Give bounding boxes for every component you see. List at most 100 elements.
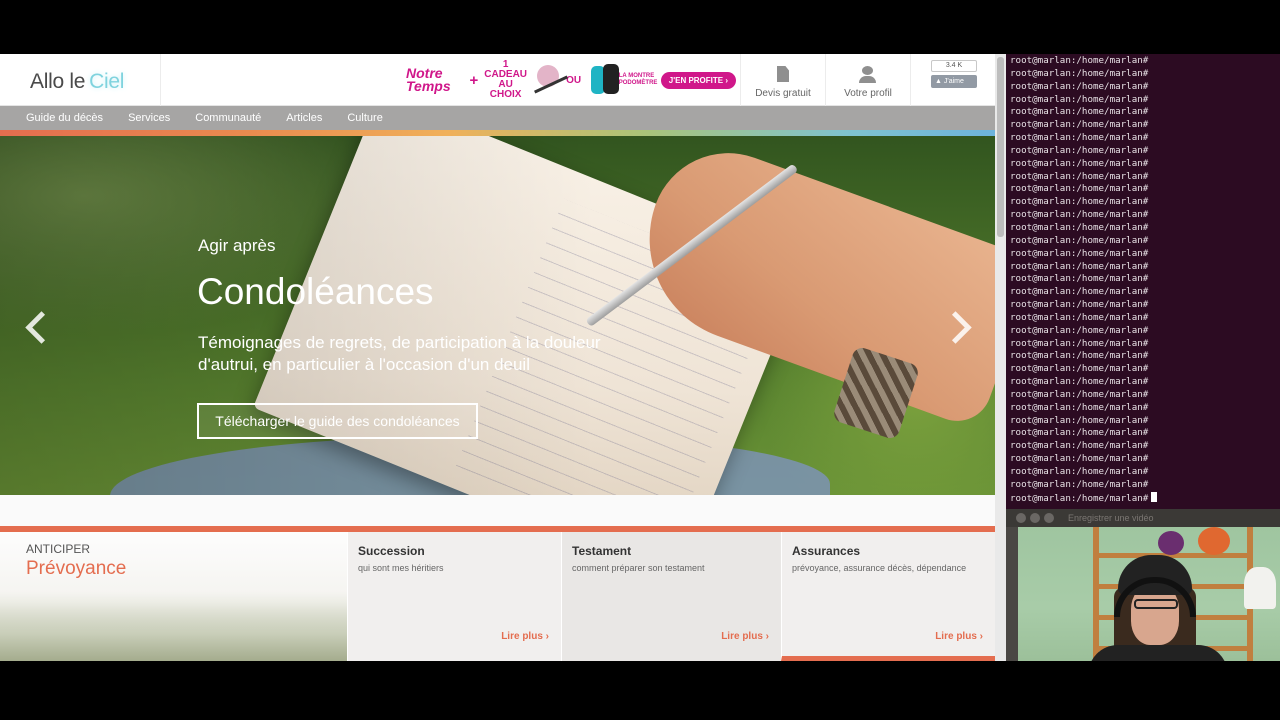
ad-gift-image	[533, 61, 560, 99]
terminal-prompt-line: root@marlan:/home/marlan#	[1010, 491, 1280, 505]
document-icon	[741, 66, 825, 83]
facebook-like-widget[interactable]: 3.4 K ▲ J'aime	[931, 60, 977, 88]
thumbs-up-icon: ▲	[935, 78, 944, 85]
terminal-prompt-line: root@marlan:/home/marlan#	[1010, 350, 1149, 362]
terminal-prompt-line: root@marlan:/home/marlan#	[1010, 80, 1149, 92]
ad-cta-button[interactable]: J'EN PROFITE ›	[660, 71, 736, 89]
ad-plus: +	[469, 71, 479, 89]
terminal-prompt-line: root@marlan:/home/marlan#	[1010, 427, 1149, 439]
advertisement-banner[interactable]: Notre Temps + 1 CADEAU AU CHOIX OU LA MO…	[406, 58, 736, 102]
logo-text-part1: Allo le	[30, 70, 86, 93]
ad-gift-caption: LA MONTRE PODOMÈTRE	[618, 73, 658, 86]
prevoyance-panel[interactable]: ANTICIPER Prévoyance	[0, 532, 347, 661]
terminal-prompt-line: root@marlan:/home/marlan#	[1010, 466, 1149, 477]
terminal-prompt-line: root@marlan:/home/marlan#	[1010, 440, 1149, 452]
terminal-prompt-line: root@marlan:/home/marlan#	[1010, 324, 1149, 336]
ad-or: OU	[566, 74, 582, 86]
card-title: Testament	[572, 544, 632, 558]
terminal-cursor	[1151, 491, 1158, 502]
close-icon[interactable]	[1016, 513, 1026, 523]
user-icon	[826, 66, 910, 83]
header-divider	[160, 54, 161, 106]
terminal-prompt-line: root@marlan:/home/marlan#	[1010, 106, 1149, 118]
shelf-object	[1158, 531, 1184, 555]
webcam-video-feed	[1018, 527, 1280, 661]
terminal-prompt-line: root@marlan:/home/marlan#	[1010, 93, 1149, 105]
hero-overlay	[0, 136, 995, 495]
terminal-prompt-line: root@marlan:/home/marlan#	[1010, 119, 1149, 131]
lire-plus-link[interactable]: Lire plus ›	[935, 631, 983, 642]
devis-gratuit-label: Devis gratuit	[755, 88, 811, 99]
ad-watch-image	[587, 62, 619, 98]
votre-profil-button[interactable]: Votre profil	[826, 54, 910, 106]
card-assurances[interactable]: Assurances prévoyance, assurance décès, …	[781, 532, 995, 661]
lire-plus-link[interactable]: Lire plus ›	[501, 631, 549, 642]
terminal-prompt-line: root@marlan:/home/marlan#	[1010, 234, 1149, 246]
terminal-prompt-line: root@marlan:/home/marlan#	[1010, 196, 1149, 208]
hero-title: Condoléances	[197, 271, 434, 312]
card-testament[interactable]: Testament comment préparer son testament…	[561, 532, 781, 661]
glasses	[1134, 599, 1178, 609]
page-scrollbar-thumb[interactable]	[997, 57, 1004, 237]
terminal-prompt-line: root@marlan:/home/marlan#	[1010, 144, 1149, 156]
terminal-prompt-line: root@marlan:/home/marlan#	[1010, 55, 1149, 66]
facebook-like-count: 3.4 K	[931, 60, 977, 72]
nav-item-guide-du-deces[interactable]: Guide du décès	[1, 106, 115, 130]
browser-viewport: Allo le Ciel Notre Temps + 1 CADEAU AU CH…	[0, 54, 1006, 661]
nav-item-culture[interactable]: Culture	[335, 106, 394, 130]
terminal-prompt-line: root@marlan:/home/marlan#	[1010, 247, 1149, 259]
terminal-prompt-line: root@marlan:/home/marlan#	[1010, 376, 1149, 388]
hero-subtitle: Agir après	[198, 236, 276, 255]
terminal-prompt-line: root@marlan:/home/marlan#	[1010, 478, 1149, 490]
card-subtitle: qui sont mes héritiers	[358, 563, 444, 573]
terminal-prompt-line: root@marlan:/home/marlan#	[1010, 221, 1149, 233]
nav-item-articles[interactable]: Articles	[274, 106, 334, 130]
terminal-prompt-line: root@marlan:/home/marlan#	[1010, 363, 1149, 375]
terminal-prompt-line: root@marlan:/home/marlan#	[1010, 209, 1149, 221]
card-title: Succession	[358, 544, 425, 558]
lire-plus-link[interactable]: Lire plus ›	[721, 631, 769, 642]
terminal-prompt-line: root@marlan:/home/marlan#	[1010, 453, 1149, 465]
main-navigation: Guide du décès Services Communauté Artic…	[0, 106, 995, 130]
site-logo[interactable]: Allo le Ciel	[30, 70, 124, 94]
terminal-prompt-line: root@marlan:/home/marlan#	[1010, 157, 1149, 169]
carousel-next-arrow-icon[interactable]	[944, 306, 974, 350]
spacer	[0, 495, 995, 526]
nav-item-services[interactable]: Services	[116, 106, 182, 130]
maximize-icon[interactable]	[1044, 513, 1054, 523]
card-succession[interactable]: Succession qui sont mes héritiers Lire p…	[347, 532, 561, 661]
terminal-prompt-line: root@marlan:/home/marlan#	[1010, 414, 1149, 426]
download-guide-button[interactable]: Télécharger le guide des condoléances	[197, 403, 478, 439]
terminal-output: root@marlan:/home/marlan# root@marlan:/ho…	[1006, 54, 1280, 505]
site-header: Allo le Ciel Notre Temps + 1 CADEAU AU CH…	[0, 54, 995, 106]
nav-item-communaute[interactable]: Communauté	[183, 106, 273, 130]
terminal-prompt-line: root@marlan:/home/marlan#	[1010, 401, 1149, 413]
terminal-prompt-line: root@marlan:/home/marlan#	[1010, 273, 1149, 285]
terminal-prompt-line: root@marlan:/home/marlan#	[1010, 286, 1149, 298]
webcam-titlebar: Enregistrer une vidéo	[1006, 509, 1280, 527]
votre-profil-label: Votre profil	[844, 88, 892, 99]
terminal-window[interactable]: root@marlan:/home/marlan# root@marlan:/ho…	[1006, 54, 1280, 509]
person-body	[1088, 645, 1228, 661]
shelf-object	[1198, 527, 1230, 555]
card-title: Assurances	[792, 544, 861, 558]
prevoyance-title: Prévoyance	[26, 558, 127, 579]
minimize-icon[interactable]	[1030, 513, 1040, 523]
terminal-prompt-line: root@marlan:/home/marlan#	[1010, 170, 1149, 182]
logo-text-part2: Ciel	[89, 70, 125, 93]
devis-gratuit-button[interactable]: Devis gratuit	[741, 54, 825, 106]
prevoyance-background-image	[0, 592, 347, 661]
webcam-window-title: Enregistrer une vidéo	[1068, 513, 1154, 523]
facebook-like-button[interactable]: ▲ J'aime	[931, 75, 977, 88]
carousel-prev-arrow-icon[interactable]	[20, 306, 50, 350]
terminal-prompt-line: root@marlan:/home/marlan#	[1010, 337, 1149, 349]
ad-offer: 1 CADEAU AU CHOIX	[484, 59, 528, 100]
terminal-prompt-line: root@marlan:/home/marlan#	[1010, 299, 1149, 311]
terminal-prompt-line: root@marlan:/home/marlan#	[1010, 388, 1149, 400]
facebook-like-label: J'aime	[943, 78, 964, 85]
ad-brand: Notre Temps	[406, 65, 451, 94]
lamp	[1244, 567, 1276, 609]
terminal-prompt-line: root@marlan:/home/marlan#	[1010, 311, 1149, 323]
header-divider	[910, 54, 911, 106]
prevoyance-section: ANTICIPER Prévoyance Succession qui sont…	[0, 532, 995, 661]
